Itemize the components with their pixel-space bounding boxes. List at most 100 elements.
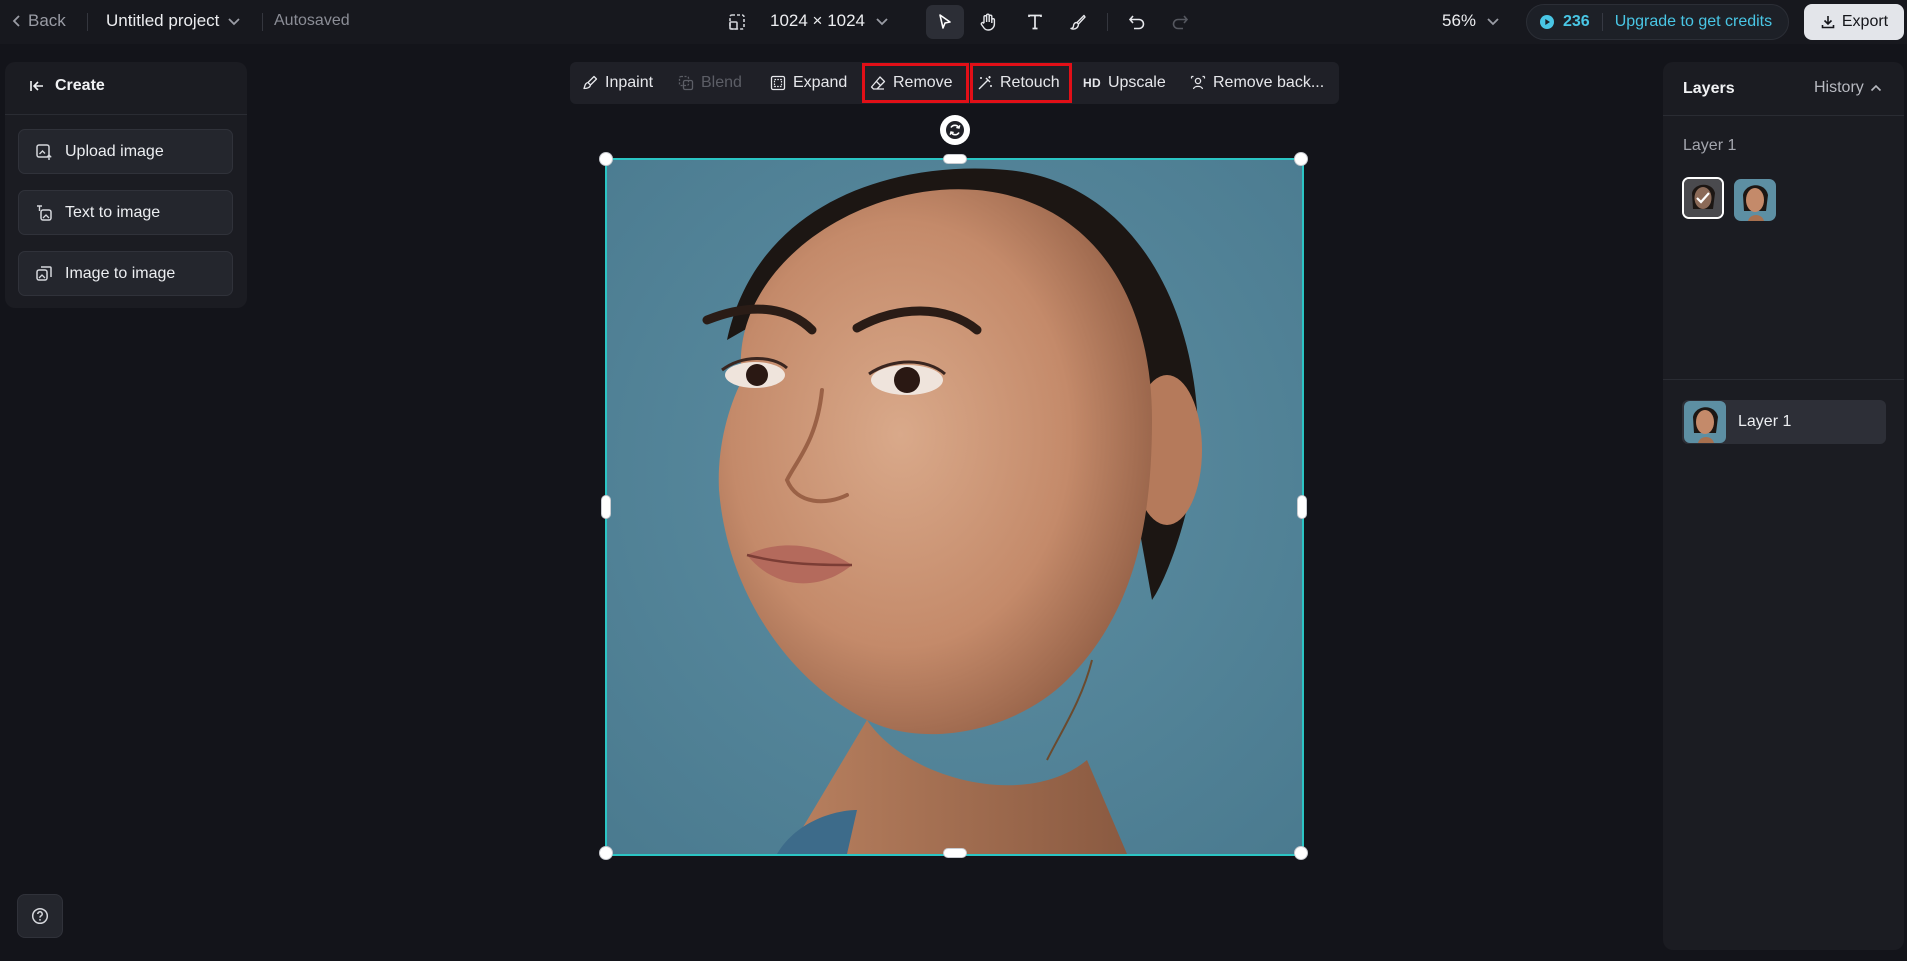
blend-icon [678, 75, 694, 91]
image-to-image-button[interactable]: Image to image [18, 251, 233, 296]
portrait-thumbnail [1684, 401, 1726, 443]
retouch-highlight-box [970, 63, 1072, 103]
remove-background-label: Remove back... [1213, 74, 1325, 91]
expand-label: Expand [793, 74, 848, 91]
hand-tool-button[interactable] [970, 5, 1006, 39]
image-tools-toolbar: Inpaint Blend Expand Remove Retouch HD U… [570, 62, 1339, 104]
download-icon [1821, 16, 1835, 29]
divider [1663, 379, 1904, 380]
project-name: Untitled project [106, 11, 220, 30]
selected-image[interactable] [599, 152, 1308, 860]
select-tool-button[interactable] [926, 5, 964, 39]
canvas-size: 1024 × 1024 [770, 11, 866, 30]
back-label: Back [28, 11, 66, 30]
divider [1107, 13, 1108, 31]
chevron-down-icon [876, 18, 888, 26]
chevron-up-icon [1870, 84, 1881, 92]
history-toggle[interactable]: History [1814, 79, 1882, 97]
text-tool-button[interactable] [1017, 5, 1053, 39]
cursor-icon [939, 14, 951, 29]
undo-icon [1128, 15, 1145, 30]
layer-variant-thumbnail-selected[interactable] [1682, 177, 1724, 219]
collapse-left-icon [30, 81, 43, 91]
text-to-image-icon [37, 204, 52, 221]
hd-badge-icon: HD [1083, 76, 1101, 90]
resize-handle-top-right[interactable] [1294, 152, 1308, 166]
credits-pill[interactable]: 236 Upgrade to get credits [1526, 4, 1790, 40]
divider [5, 114, 247, 115]
upscale-button[interactable]: HD Upscale [1083, 62, 1166, 104]
layer-group-label: Layer 1 [1683, 137, 1737, 154]
rotate-handle[interactable] [940, 115, 970, 145]
layers-tab[interactable]: Layers [1683, 80, 1735, 98]
upscale-label: Upscale [1107, 74, 1166, 91]
divider [262, 13, 263, 31]
create-title: Create [55, 77, 105, 94]
brush-icon [1070, 14, 1086, 30]
create-panel: Create Upload image Text to image Image … [5, 62, 247, 308]
inpaint-label: Inpaint [605, 74, 654, 91]
upload-image-icon [36, 143, 52, 160]
resize-handle-bottom-right[interactable] [1294, 846, 1308, 860]
chevron-down-icon [228, 18, 241, 26]
layer-thumbnail [1684, 401, 1726, 443]
chevron-down-icon [1487, 18, 1499, 26]
credit-count: 236 [1563, 13, 1590, 30]
layers-panel: Layers History Layer 1 Layer 1 [1663, 62, 1904, 950]
text-icon [1028, 14, 1042, 30]
canvas-size-dropdown[interactable]: 1024 × 1024 [770, 11, 889, 31]
divider [1601, 13, 1603, 31]
create-header[interactable]: Create [29, 77, 105, 95]
inpaint-button[interactable]: Inpaint [582, 62, 653, 104]
redo-button[interactable] [1162, 5, 1198, 39]
text-to-image-label: Text to image [65, 203, 161, 221]
undo-button[interactable] [1119, 5, 1155, 39]
export-button[interactable]: Export [1804, 4, 1904, 40]
portrait-thumbnail [1734, 179, 1776, 221]
autosave-status: Autosaved [274, 12, 350, 29]
image-to-image-label: Image to image [65, 264, 176, 282]
image-to-image-icon [36, 265, 52, 281]
history-label: History [1814, 79, 1864, 96]
upload-image-button[interactable]: Upload image [18, 129, 233, 174]
upload-image-label: Upload image [65, 142, 164, 160]
rotate-icon [946, 121, 964, 139]
brush-tool-button[interactable] [1060, 5, 1096, 39]
layer-variant-thumbnail[interactable] [1734, 179, 1776, 221]
remove-background-button[interactable]: Remove back... [1190, 62, 1324, 104]
project-name-dropdown[interactable]: Untitled project [106, 11, 241, 31]
help-button[interactable] [17, 894, 63, 938]
expand-icon [770, 75, 786, 91]
resize-handle-bottom-left[interactable] [599, 846, 613, 860]
resize-handle-top-left[interactable] [599, 152, 613, 166]
remove-background-icon [1190, 75, 1206, 90]
resize-handle-left[interactable] [601, 495, 611, 519]
text-to-image-button[interactable]: Text to image [18, 190, 233, 235]
back-button[interactable]: Back [12, 11, 66, 31]
resize-handle-right[interactable] [1297, 495, 1307, 519]
portrait-image [607, 160, 1302, 854]
layer-row[interactable]: Layer 1 [1682, 400, 1886, 444]
portrait-thumbnail [1684, 179, 1722, 217]
credit-icon [1540, 15, 1554, 29]
zoom-dropdown[interactable]: 56% [1442, 11, 1500, 31]
divider [87, 13, 88, 31]
chevron-left-icon [12, 15, 20, 27]
blend-label: Blend [701, 74, 742, 91]
help-icon [31, 907, 49, 925]
resize-handle-bottom[interactable] [943, 848, 967, 858]
hand-icon [980, 13, 996, 31]
expand-button[interactable]: Expand [770, 62, 847, 104]
upgrade-link[interactable]: Upgrade to get credits [1615, 13, 1772, 31]
zoom-level: 56% [1442, 11, 1477, 30]
resize-handle-top[interactable] [943, 154, 967, 164]
blend-button[interactable]: Blend [678, 62, 742, 104]
divider [1663, 115, 1904, 116]
top-bar: Back Untitled project Autosaved 1024 × 1… [0, 0, 1907, 44]
remove-highlight-box [862, 63, 969, 103]
layer-name: Layer 1 [1738, 413, 1792, 430]
export-label: Export [1841, 13, 1889, 30]
redo-icon [1172, 15, 1189, 30]
resize-canvas-icon[interactable] [728, 13, 746, 31]
inpaint-icon [583, 75, 598, 90]
